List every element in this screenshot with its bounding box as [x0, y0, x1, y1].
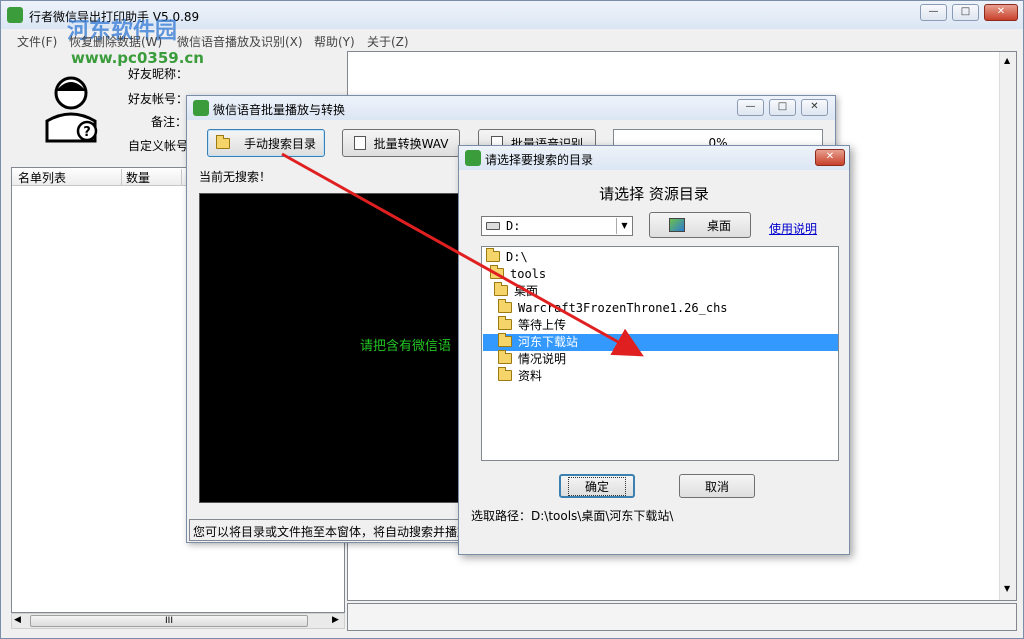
annotation-arrow	[281, 152, 644, 357]
